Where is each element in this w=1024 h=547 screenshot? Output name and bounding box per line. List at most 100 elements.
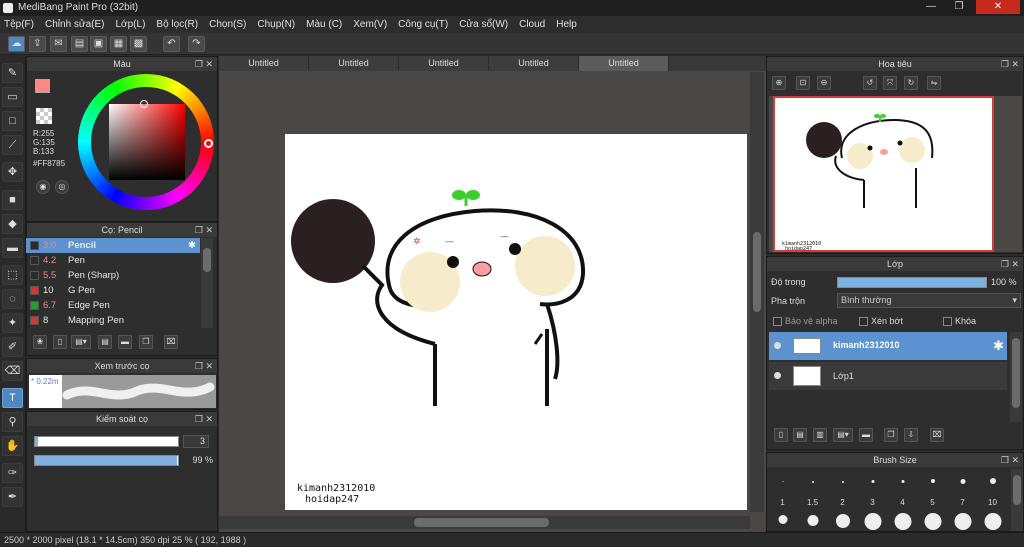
tab-untitled-5[interactable]: Untitled <box>579 56 669 71</box>
panel-close-icon[interactable]: ❐ ✕ <box>1001 57 1019 71</box>
scrollbar-thumb[interactable] <box>1012 338 1020 408</box>
tab-untitled-1[interactable]: Untitled <box>219 56 309 71</box>
divide-tool-icon[interactable]: ⚲ <box>2 412 23 432</box>
eyedropper-tool-icon[interactable]: ✑ <box>2 463 23 483</box>
gradient-tool-icon[interactable]: ▬ <box>2 238 23 258</box>
select-eraser-tool-icon[interactable]: ⌫ <box>2 361 23 381</box>
new-brush-icon[interactable]: ▯ <box>53 335 67 349</box>
cloud-icon[interactable]: ☁ <box>8 36 25 52</box>
zoom-in-icon[interactable]: ⊕ <box>772 76 786 90</box>
menu-layer[interactable]: Lớp(L) <box>116 19 146 30</box>
comment-icon[interactable]: ✉ <box>50 36 67 52</box>
brush-size-cell[interactable] <box>828 513 857 531</box>
duplicate-icon[interactable]: ❐ <box>139 335 153 349</box>
new-halftone-layer-icon[interactable]: ▤ <box>793 428 807 442</box>
dot-tool-icon[interactable]: □ <box>2 111 23 131</box>
grid-icon[interactable]: ▩ <box>130 36 147 52</box>
brush-size-slider[interactable] <box>34 436 179 447</box>
lasso-tool-icon[interactable]: ◌ <box>2 289 23 309</box>
palette-icon[interactable]: ◉ <box>36 180 50 194</box>
brush-item[interactable]: 5.5 Pen (Sharp) <box>26 268 200 283</box>
select-pen-tool-icon[interactable]: ✐ <box>2 337 23 357</box>
menu-snap[interactable]: Chụp(N) <box>257 19 295 30</box>
page-icon[interactable]: ▣ <box>90 36 107 52</box>
clipping-checkbox[interactable] <box>859 317 868 326</box>
palette-edit-icon[interactable]: ◎ <box>55 180 69 194</box>
brush-size-cell[interactable] <box>978 513 1007 531</box>
merge-layer-icon[interactable]: ⇩ <box>904 428 918 442</box>
menu-edit[interactable]: Chỉnh sửa(E) <box>45 19 105 30</box>
navigator-viewport[interactable] <box>773 96 994 252</box>
layer-folder-icon[interactable]: ▬ <box>859 428 873 442</box>
rotate-right-icon[interactable]: ↻ <box>904 76 918 90</box>
layer-scrollbar[interactable] <box>1010 332 1022 422</box>
undo-icon[interactable]: ↶ <box>163 36 180 52</box>
maximize-button[interactable]: ❐ <box>946 0 972 14</box>
move-tool-icon[interactable]: ✥ <box>2 162 23 182</box>
brush-item[interactable]: 8 Mapping Pen <box>26 313 200 328</box>
brush-item[interactable]: 3.0 Pencil ✱ <box>26 238 200 253</box>
lock-checkbox[interactable] <box>943 317 952 326</box>
flip-icon[interactable]: ⇋ <box>927 76 941 90</box>
close-button[interactable]: ✕ <box>976 0 1020 14</box>
brush-doc-icon[interactable]: ▤ <box>98 335 112 349</box>
tab-untitled-2[interactable]: Untitled <box>309 56 399 71</box>
text-tool-icon[interactable]: T <box>2 388 23 408</box>
brush-item[interactable]: 10 G Pen <box>26 283 200 298</box>
brush-size-cell[interactable]: 4 <box>888 469 917 513</box>
brush-size-cell[interactable]: 2 <box>828 469 857 513</box>
brush-size-cell[interactable]: 5 <box>918 469 947 513</box>
tab-untitled-4[interactable]: Untitled <box>489 56 579 71</box>
transparent-swatch[interactable] <box>36 108 52 124</box>
brush-size-cell[interactable] <box>888 513 917 531</box>
duplicate-layer-icon[interactable]: ❐ <box>884 428 898 442</box>
panel-close-icon[interactable]: ❐ ✕ <box>195 412 213 426</box>
layer-opacity-slider[interactable] <box>837 277 987 288</box>
upload-icon[interactable]: ⇪ <box>29 36 46 52</box>
brush-size-cell[interactable] <box>858 513 887 531</box>
brush-item[interactable]: 4.2 Pen <box>26 253 200 268</box>
menu-file[interactable]: Tệp(F) <box>4 19 34 30</box>
brush-size-scrollbar[interactable] <box>1011 469 1023 531</box>
saturation-value-square[interactable] <box>109 100 185 180</box>
canvas-vertical-scrollbar[interactable] <box>750 72 764 512</box>
menu-window[interactable]: Cửa sổ(W) <box>459 19 508 30</box>
menu-help[interactable]: Help <box>556 19 577 30</box>
brush-tool-icon[interactable]: ✎ <box>2 63 23 83</box>
navigator-preview[interactable]: kimanh2312010 hoidap247 <box>769 96 1022 252</box>
foreground-color-swatch[interactable] <box>35 79 50 93</box>
menu-tools[interactable]: Công cụ(T) <box>398 19 448 30</box>
hue-handle[interactable] <box>204 139 213 148</box>
magic-wand-tool-icon[interactable]: ✦ <box>2 313 23 333</box>
eye-icon[interactable] <box>774 372 781 379</box>
brush-size-cell[interactable]: 3 <box>858 469 887 513</box>
pages-icon[interactable]: ▦ <box>110 36 127 52</box>
brush-size-cell[interactable] <box>768 513 797 531</box>
brush-menu-icon[interactable]: ▤▾ <box>71 335 91 349</box>
menu-select[interactable]: Chọn(S) <box>209 19 246 30</box>
menu-filter[interactable]: Bộ lọc(R) <box>156 19 198 30</box>
layer-row-selected[interactable]: kimanh2312010 ✱ <box>769 332 1007 360</box>
fit-screen-icon[interactable]: ⤧ <box>883 76 897 90</box>
document-icon[interactable]: ▤ <box>71 36 88 52</box>
delete-layer-icon[interactable]: ⌧ <box>930 428 944 442</box>
scrollbar-thumb[interactable] <box>1013 475 1021 505</box>
gear-icon[interactable]: ✱ <box>993 338 1004 354</box>
panel-close-icon[interactable]: ❐ ✕ <box>195 57 213 71</box>
brush-add-icon[interactable]: ❀ <box>33 335 47 349</box>
zoom-out-icon[interactable]: ⊖ <box>817 76 831 90</box>
blend-mode-select[interactable]: Bình thường ▾ <box>837 293 1021 308</box>
new-1bit-layer-icon[interactable]: ▥ <box>813 428 827 442</box>
graduation-tool-icon[interactable]: ⟋ <box>2 135 23 155</box>
canvas-horizontal-scrollbar[interactable] <box>219 516 750 529</box>
brush-size-cell[interactable] <box>798 513 827 531</box>
brush-size-cell[interactable] <box>948 513 977 531</box>
panel-close-icon[interactable]: ❐ ✕ <box>195 359 213 373</box>
menu-cloud[interactable]: Cloud <box>519 19 545 30</box>
brush-size-value[interactable]: 3 <box>183 435 209 448</box>
scrollbar-thumb[interactable] <box>414 518 549 527</box>
hand-tool-icon[interactable]: ✋ <box>2 436 23 456</box>
panel-close-icon[interactable]: ❐ ✕ <box>195 223 213 237</box>
minimize-button[interactable]: — <box>918 0 944 14</box>
drawing-canvas[interactable]: ✲ — — kimanh2312010 hoidap247 <box>285 134 747 510</box>
